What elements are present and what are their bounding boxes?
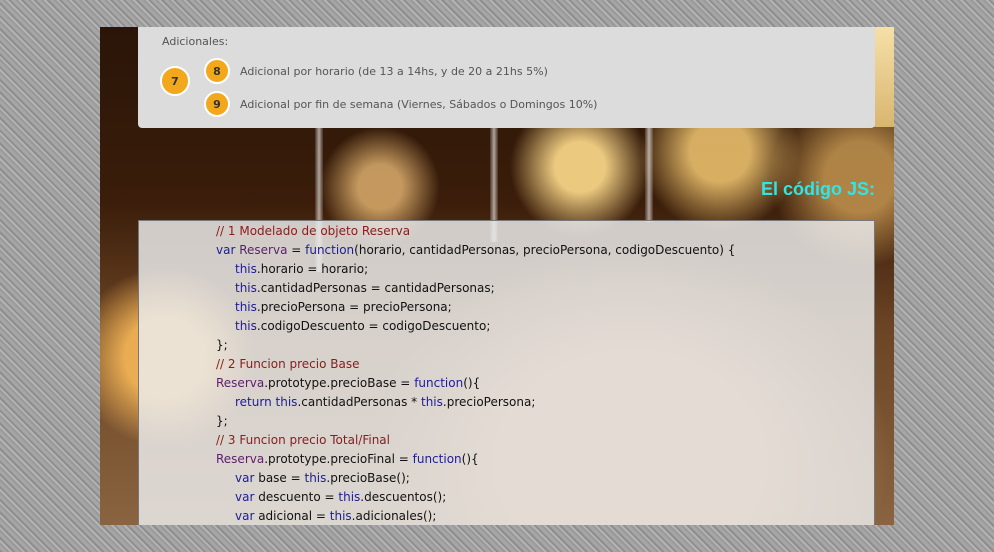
adicional-label: Adicional por fin de semana (Viernes, Sá… [240, 97, 598, 111]
adicional-item: 8 Adicional por horario (de 13 a 14hs, y… [204, 57, 548, 85]
code-line: // 1 Modelado de objeto Reserva [216, 224, 411, 238]
code-line: var adicional = this.adicionales(); [235, 509, 437, 523]
content-frame: Adicionales: 7 8 Adicional por horario (… [100, 27, 894, 525]
adicionales-panel: Adicionales: 7 8 Adicional por horario (… [138, 27, 875, 128]
code-line: this.codigoDescuento = codigoDescuento; [235, 319, 491, 333]
code-line: var descuento = this.descuentos(); [235, 490, 447, 504]
code-line: this.precioPersona = precioPersona; [235, 300, 452, 314]
code-line: var base = this.precioBase(); [235, 471, 410, 485]
code-line: // 2 Funcion precio Base [216, 357, 360, 371]
step-badge-9: 9 [204, 91, 230, 117]
adicional-item: 9 Adicional por fin de semana (Viernes, … [204, 90, 597, 118]
code-line: Reserva.prototype.precioFinal = function… [216, 452, 479, 466]
step-badge-8: 8 [204, 58, 230, 84]
code-line: // 3 Funcion precio Total/Final [216, 433, 390, 447]
code-line: Reserva.prototype.precioBase = function(… [216, 376, 481, 390]
code-line: var Reserva = function(horario, cantidad… [216, 243, 736, 257]
step-badge-7: 7 [160, 66, 190, 96]
code-line: return this.cantidadPersonas * this.prec… [235, 395, 536, 409]
code-line: }; [216, 338, 228, 352]
pendant-light [645, 122, 653, 222]
code-block: // 1 Modelado de objeto Reserva var Reser… [138, 220, 875, 525]
adicionales-title: Adicionales: [162, 35, 229, 48]
code-line: this.cantidadPersonas = cantidadPersonas… [235, 281, 495, 295]
adicional-label: Adicional por horario (de 13 a 14hs, y d… [240, 64, 548, 78]
background-strip [874, 27, 894, 127]
code-section-title: El código JS: [760, 179, 875, 199]
code-line: }; [216, 414, 228, 428]
code-line: this.horario = horario; [235, 262, 369, 276]
